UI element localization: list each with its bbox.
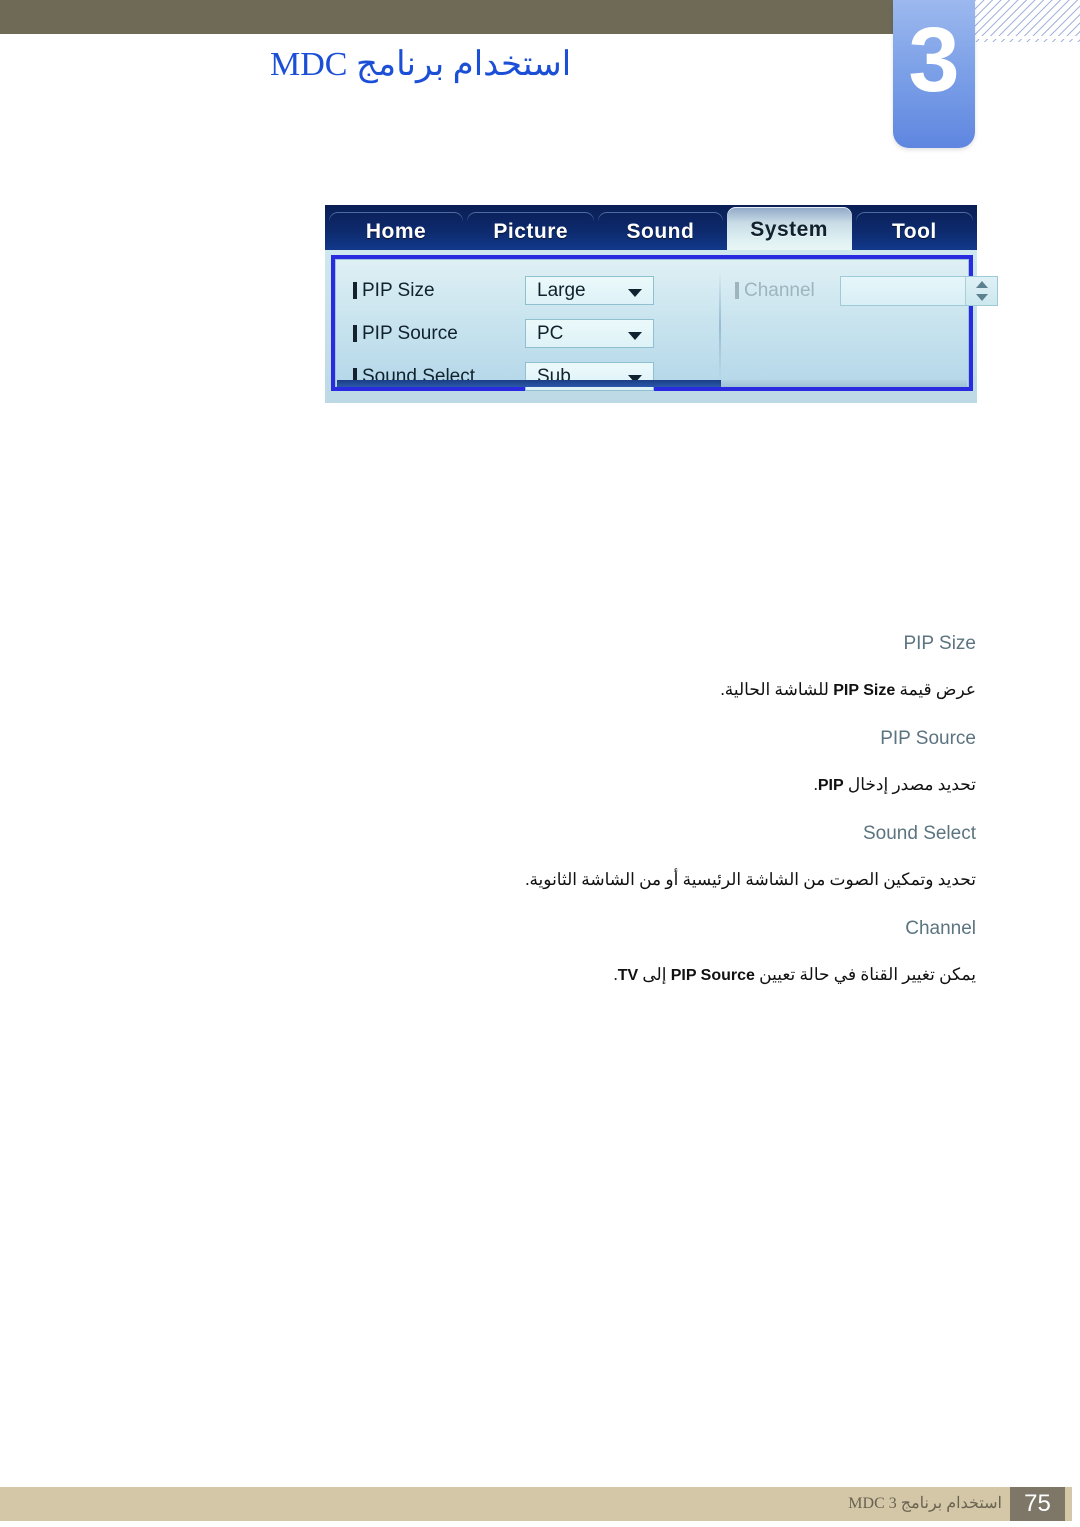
control-row-channel: Channel (735, 276, 998, 306)
description-pip-size: PIP Size عرض قيمة PIP Size للشاشة الحالي… (96, 633, 977, 704)
tab-picture[interactable]: Picture (467, 212, 594, 252)
mdc-panel: PIP Size Large PIP Source PC Sound Selec… (325, 250, 998, 403)
control-row-pip-size: PIP Size Large (353, 276, 693, 306)
channel-spinner-buttons[interactable] (965, 277, 997, 305)
mdc-column-divider (719, 271, 721, 381)
tab-tool[interactable]: Tool (856, 212, 973, 252)
pip-source-label: PIP Source (353, 319, 458, 349)
mdc-screenshot: Home Picture Sound System Tool PIP Size … (325, 205, 998, 403)
description-heading: PIP Size (903, 633, 976, 654)
pip-size-value: Large (537, 280, 586, 301)
spinner-down-icon[interactable] (976, 294, 988, 301)
desc-0-term: PIP Size (833, 682, 896, 699)
desc-1-term: PIP (817, 777, 844, 794)
control-row-sound-select: Sound Select Sub (353, 362, 693, 392)
description-heading: PIP Source (880, 728, 976, 749)
description-channel: Channel يمكن تغيير القناة في حالة تعيين … (96, 918, 976, 989)
tab-home[interactable]: Home (329, 212, 463, 252)
pip-source-value: PC (537, 323, 564, 344)
description-heading: Channel (905, 918, 976, 939)
description-heading: Sound Select (862, 823, 976, 844)
chapter-title: استخدام برنامج MDC (270, 46, 572, 83)
mdc-panel-status-strip (337, 380, 721, 387)
pip-size-dropdown[interactable]: Large (525, 276, 654, 305)
spinner-up-icon[interactable] (976, 281, 988, 288)
tab-sound[interactable]: Sound (598, 212, 722, 252)
desc-3-term-tv: TV (617, 967, 639, 984)
description-text: تحديد مصدر إدخال PIP. (813, 775, 976, 794)
page-number: 75 (1024, 1490, 1051, 1517)
description-sound-select: Sound Select تحديد وتمكين الصوت من الشاش… (96, 823, 976, 893)
pip-source-dropdown[interactable]: PC (525, 319, 654, 348)
description-text: عرض قيمة PIP Size للشاشة الحالية. (720, 680, 977, 699)
footer-breadcrumb: استخدام برنامج MDC 3 (848, 1495, 1002, 1512)
description-text: يمكن تغيير القناة في حالة تعيين PIP Sour… (613, 965, 976, 984)
tab-system[interactable]: System (726, 207, 852, 252)
header-hatch-decoration (970, 0, 1080, 42)
description-text: تحديد وتمكين الصوت من الشاشة الرئيسية أو… (525, 870, 976, 889)
control-row-pip-source: PIP Source PC (353, 319, 693, 349)
mdc-panel-frame: PIP Size Large PIP Source PC Sound Selec… (331, 255, 998, 392)
sound-select-label: Sound Select (353, 362, 475, 392)
pip-size-label: PIP Size (353, 276, 435, 306)
desc-3-term-source: PIP Source (670, 967, 755, 984)
channel-spinner-field[interactable] (840, 276, 998, 306)
channel-label: Channel (735, 276, 815, 306)
header-olive-bar (0, 0, 893, 34)
chevron-down-icon[interactable] (628, 332, 642, 340)
footer-page-box: 75 (1010, 1487, 1065, 1521)
mdc-tab-bar: Home Picture Sound System Tool (325, 205, 977, 252)
description-pip-source: PIP Source تحديد مصدر إدخال PIP. (96, 728, 976, 799)
chevron-down-icon[interactable] (628, 289, 642, 297)
mdc-panel-status-strip-right (721, 380, 967, 387)
